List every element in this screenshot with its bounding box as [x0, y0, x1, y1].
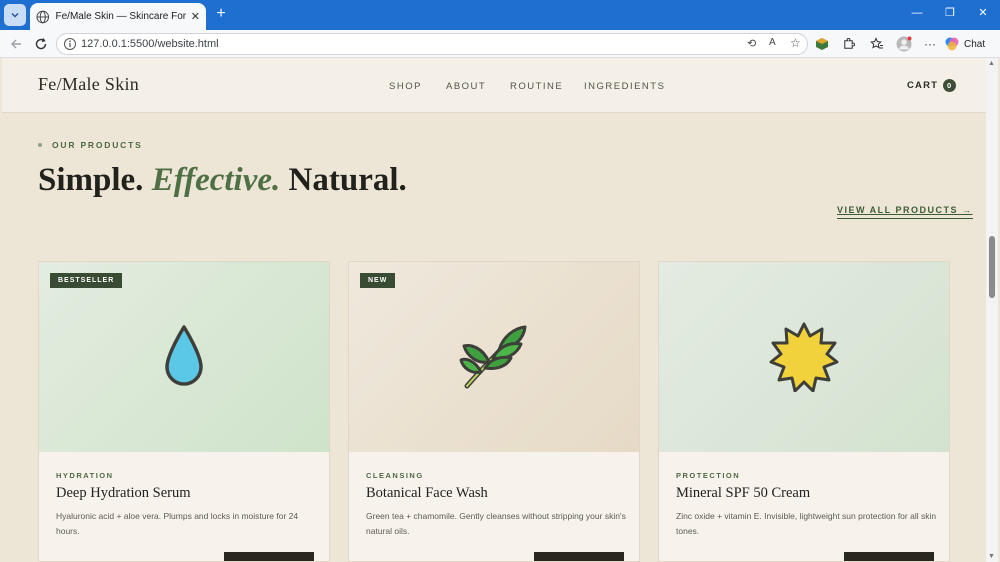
extension-cube-icon [816, 38, 828, 50]
product-badge: NEW [360, 273, 396, 288]
site-info-icon[interactable] [63, 37, 77, 51]
address-bar[interactable]: 127.0.0.1:5500/website.html ⟲ A ☆ [56, 33, 808, 55]
site-header: Fe/Male Skin SHOP ABOUT ROUTINE INGREDIE… [2, 58, 986, 113]
translate-icon[interactable]: ⟲ [747, 37, 756, 50]
nav-shop[interactable]: SHOP [389, 81, 422, 92]
droplet-icon [165, 325, 203, 386]
add-to-cart-button[interactable] [844, 552, 934, 561]
product-card[interactable]: PROTECTION Mineral SPF 50 Cream Zinc oxi… [658, 261, 950, 562]
nav-ingredients[interactable]: INGREDIENTS [584, 81, 665, 92]
product-visual: NEW [349, 262, 639, 452]
add-to-cart-button[interactable] [534, 552, 624, 561]
view-all-products-link[interactable]: VIEW ALL PRODUCTS → [837, 205, 973, 219]
chevron-down-icon [11, 13, 19, 18]
eyebrow-text: OUR PRODUCTS [52, 140, 143, 150]
product-card[interactable]: BESTSELLER HYDRATION Deep Hydration Seru… [38, 261, 330, 562]
globe-icon [36, 10, 50, 23]
avatar-icon [896, 36, 912, 52]
product-visual: BESTSELLER [39, 262, 329, 452]
chat-label: Chat [964, 38, 986, 50]
scroll-down-icon[interactable]: ▼ [988, 553, 995, 560]
product-category: HYDRATION [56, 471, 114, 480]
product-category: PROTECTION [676, 471, 741, 480]
copilot-icon [945, 37, 959, 51]
cart-count-badge: 0 [943, 79, 957, 92]
close-window-button[interactable]: ✕ [976, 6, 990, 20]
product-name[interactable]: Botanical Face Wash [366, 485, 488, 502]
reload-icon [35, 38, 47, 50]
headline-italic: Effective. [151, 162, 281, 198]
product-category: CLEANSING [366, 471, 424, 480]
product-name[interactable]: Mineral SPF 50 Cream [676, 485, 810, 502]
read-aloud-icon[interactable]: A [769, 37, 776, 48]
url-text: 127.0.0.1:5500/website.html [81, 38, 219, 50]
website-viewport: Fe/Male Skin SHOP ABOUT ROUTINE INGREDIE… [2, 58, 986, 562]
favorites-button[interactable] [869, 36, 885, 52]
product-description: Hyaluronic acid + aloe vera. Plumps and … [56, 511, 299, 536]
tab-actions-button[interactable] [4, 4, 26, 26]
tab-title: Fe/Male Skin — Skincare For Everyone [55, 11, 187, 22]
browser-tab[interactable]: Fe/Male Skin — Skincare For Everyone ✕ [30, 3, 206, 30]
more-options-icon[interactable]: ··· [922, 36, 938, 52]
add-to-cart-button[interactable] [224, 552, 314, 561]
sun-icon [769, 322, 839, 392]
site-logo[interactable]: Fe/Male Skin [38, 74, 139, 95]
page-scrollbar[interactable]: ▲ ▼ [986, 58, 998, 562]
extension-button[interactable] [814, 36, 830, 52]
back-button[interactable] [8, 36, 24, 52]
product-card[interactable]: NEW CLEANSING Botanical Face Wash Green … [348, 261, 640, 562]
product-info: PROTECTION Mineral SPF 50 Cream Zinc oxi… [659, 452, 949, 561]
puzzle-icon [843, 37, 855, 49]
headline-part-2: Natural. [288, 162, 407, 198]
extensions-button[interactable] [840, 36, 856, 52]
product-visual [659, 262, 949, 452]
product-badge: BESTSELLER [50, 273, 123, 288]
section-eyebrow: OUR PRODUCTS [38, 140, 143, 150]
close-tab-icon[interactable]: ✕ [191, 10, 200, 23]
favorites-icon [870, 37, 883, 49]
back-arrow-icon [11, 39, 21, 49]
cart-label: CART [907, 80, 939, 91]
favorite-star-icon[interactable]: ☆ [790, 36, 801, 50]
new-tab-button[interactable]: + [212, 5, 230, 23]
product-info: CLEANSING Botanical Face Wash Green tea … [349, 452, 639, 561]
product-name[interactable]: Deep Hydration Serum [56, 485, 191, 502]
product-description: Green tea + chamomile. Gently cleanses w… [366, 511, 626, 536]
nav-routine[interactable]: ROUTINE [510, 81, 563, 92]
reload-button[interactable] [33, 36, 49, 52]
eyebrow-dot [38, 143, 42, 147]
copilot-chat-button[interactable]: Chat [944, 35, 994, 53]
minimize-button[interactable]: — [910, 6, 924, 20]
profile-button[interactable] [896, 36, 912, 52]
nav-about[interactable]: ABOUT [446, 81, 486, 92]
cart-link[interactable]: CART 0 [907, 79, 957, 92]
scrollbar-thumb[interactable] [989, 236, 995, 298]
restore-button[interactable]: ❐ [943, 6, 957, 20]
section-headline: Simple. Effective. Natural. [38, 162, 407, 199]
headline-part-1: Simple. [38, 162, 144, 198]
browser-toolbar: 127.0.0.1:5500/website.html ⟲ A ☆ ··· Ch… [0, 30, 1000, 58]
browser-tab-bar: Fe/Male Skin — Skincare For Everyone ✕ +… [0, 0, 1000, 30]
product-info: HYDRATION Deep Hydration Serum Hyaluroni… [39, 452, 329, 561]
scroll-up-icon[interactable]: ▲ [988, 60, 995, 67]
leaf-icon [459, 325, 527, 389]
product-description: Zinc oxide + vitamin E. Invisible, light… [676, 511, 937, 536]
